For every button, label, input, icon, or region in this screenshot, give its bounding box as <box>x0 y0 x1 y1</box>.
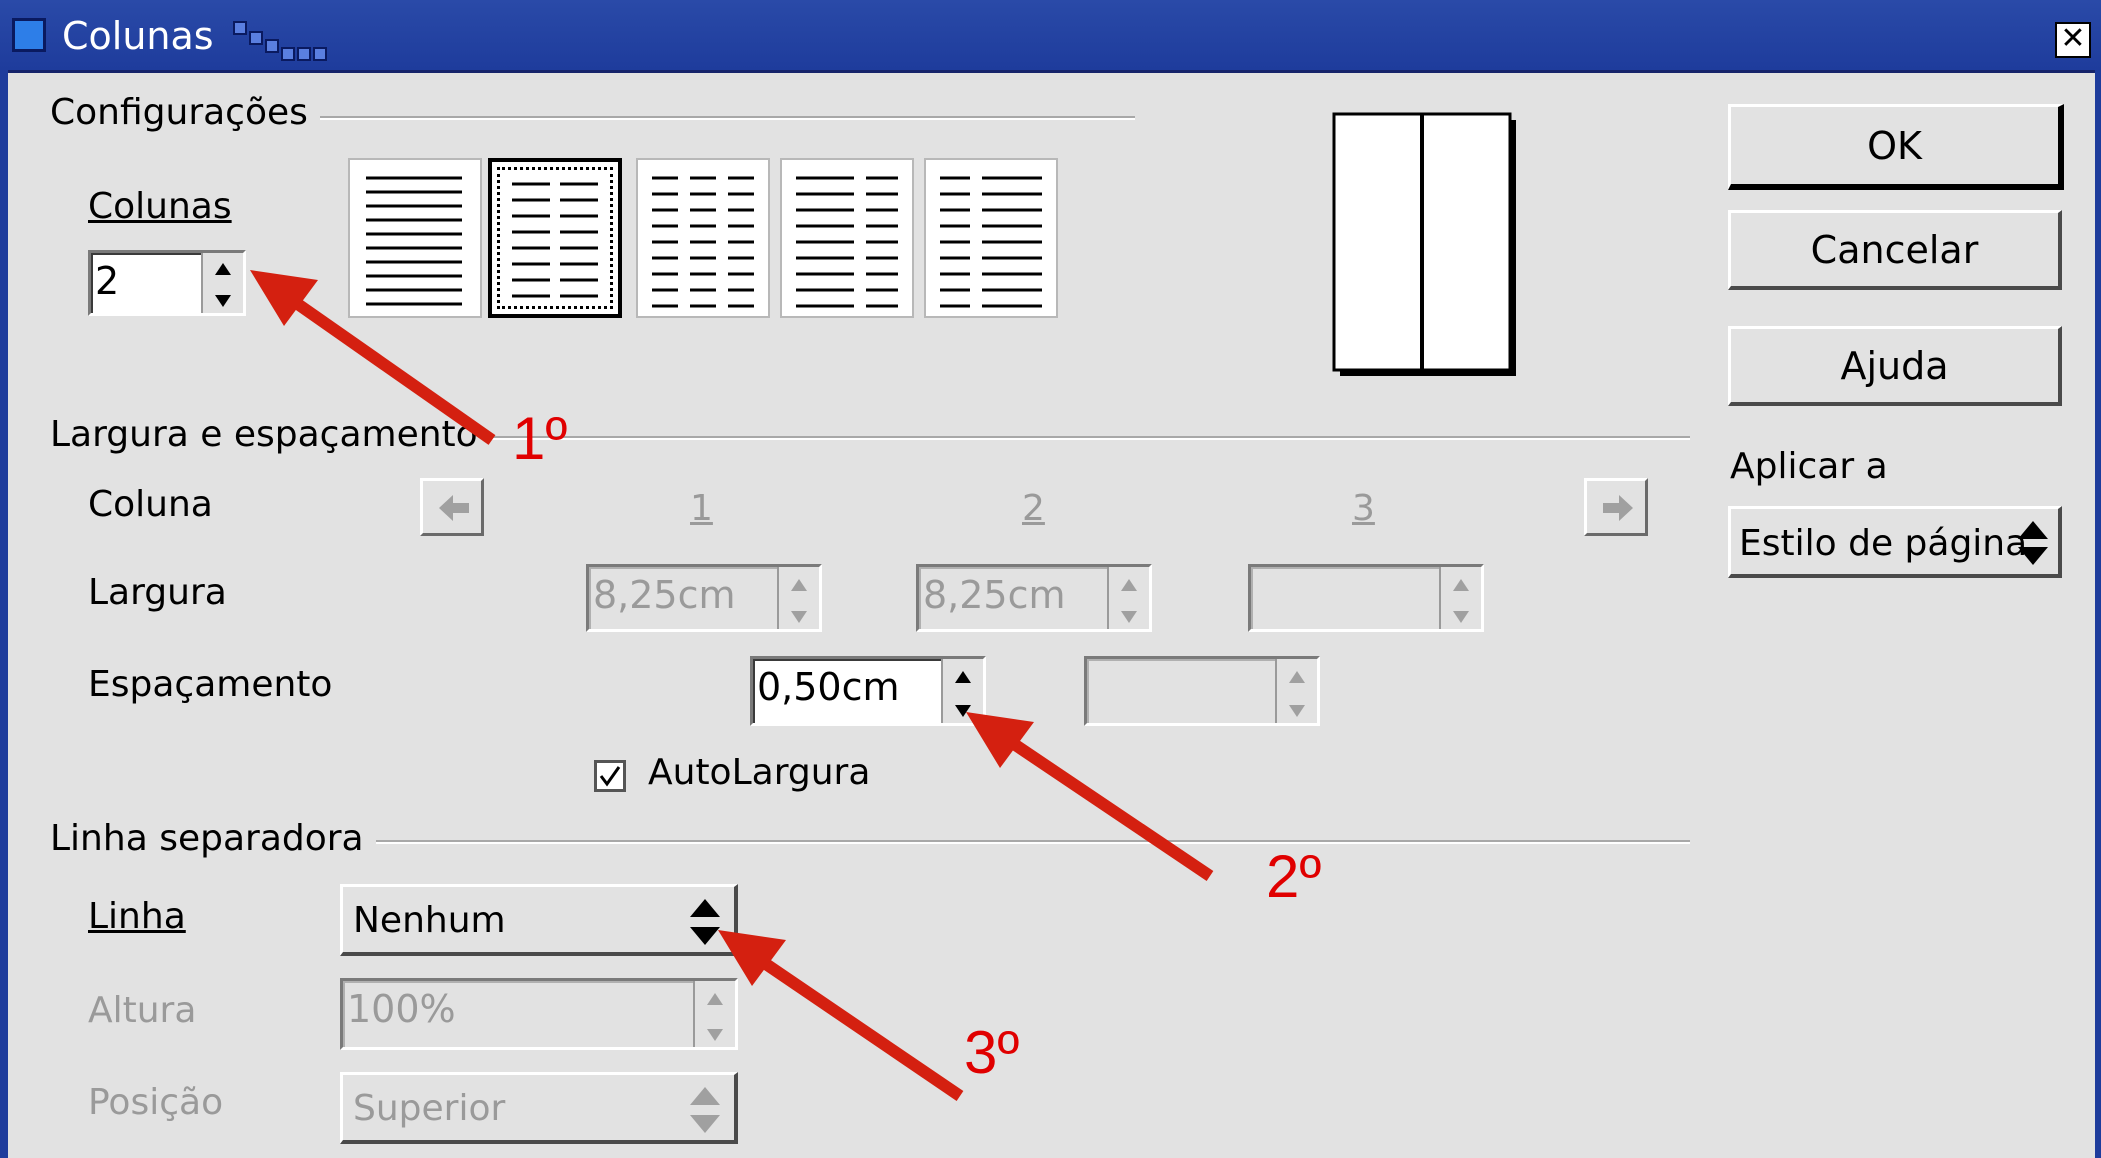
arrow-2 <box>1004 735 1214 881</box>
annotation-3: 3º <box>964 1019 1020 1086</box>
annotation-1: 1º <box>512 405 568 472</box>
arrow-1 <box>288 295 496 445</box>
arrow-3 <box>756 955 964 1101</box>
arrow-2-head <box>966 712 1034 768</box>
annotation-arrows <box>250 270 1214 1101</box>
annotation-2: 2º <box>1266 843 1322 910</box>
